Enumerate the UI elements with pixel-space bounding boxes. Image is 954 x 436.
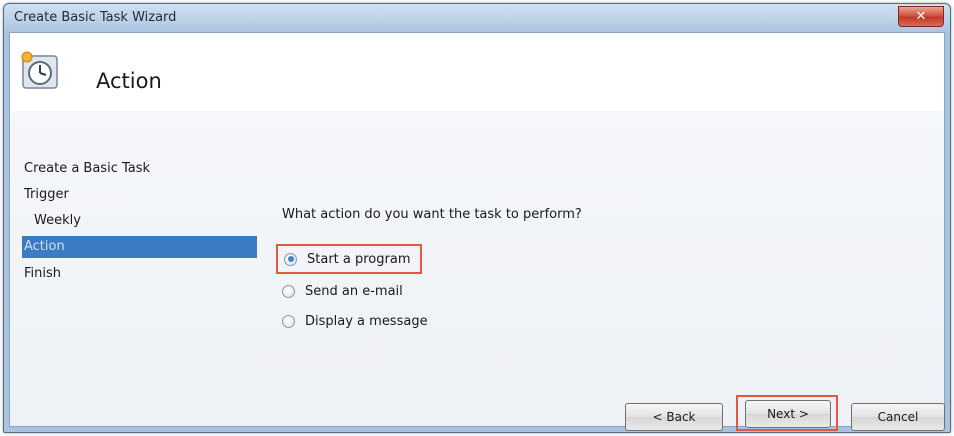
radio-send-email[interactable]: [282, 284, 295, 298]
page-title: Action: [96, 69, 162, 93]
close-icon: ✕: [915, 9, 927, 24]
close-button[interactable]: ✕: [898, 6, 944, 27]
wizard-step-nav: Create a Basic Task Trigger Weekly Actio…: [10, 111, 258, 426]
nav-item-trigger[interactable]: Trigger: [24, 187, 69, 202]
wizard-window: Create Basic Task Wizard ✕ Action Create…: [3, 3, 951, 433]
nav-item-create-basic-task[interactable]: Create a Basic Task: [24, 161, 150, 176]
back-button[interactable]: < Back: [625, 403, 723, 431]
nav-item-action[interactable]: Action: [22, 236, 257, 258]
window-title: Create Basic Task Wizard: [14, 10, 177, 25]
action-prompt: What action do you want the task to perf…: [282, 207, 582, 222]
next-button[interactable]: Next >: [745, 400, 831, 428]
option-start-program[interactable]: Start a program: [276, 244, 423, 274]
option-send-email[interactable]: Send an e-mail: [276, 278, 411, 304]
option-label-display-message: Display a message: [305, 313, 428, 329]
radio-display-message[interactable]: [282, 314, 295, 328]
title-bar[interactable]: Create Basic Task Wizard ✕: [4, 4, 950, 32]
wizard-body: Create a Basic Task Trigger Weekly Actio…: [10, 111, 944, 426]
wizard-client-area: Action Create a Basic Task Trigger Weekl…: [9, 32, 945, 431]
clock-task-icon: [21, 51, 58, 89]
cancel-button[interactable]: Cancel: [851, 403, 945, 431]
radio-start-program[interactable]: [284, 252, 297, 266]
option-label-send-email: Send an e-mail: [305, 283, 403, 299]
nav-item-finish[interactable]: Finish: [24, 266, 61, 281]
wizard-header: Action: [10, 33, 944, 111]
option-display-message[interactable]: Display a message: [276, 308, 436, 334]
nav-item-weekly[interactable]: Weekly: [34, 213, 81, 228]
option-label-start-program: Start a program: [307, 251, 411, 267]
